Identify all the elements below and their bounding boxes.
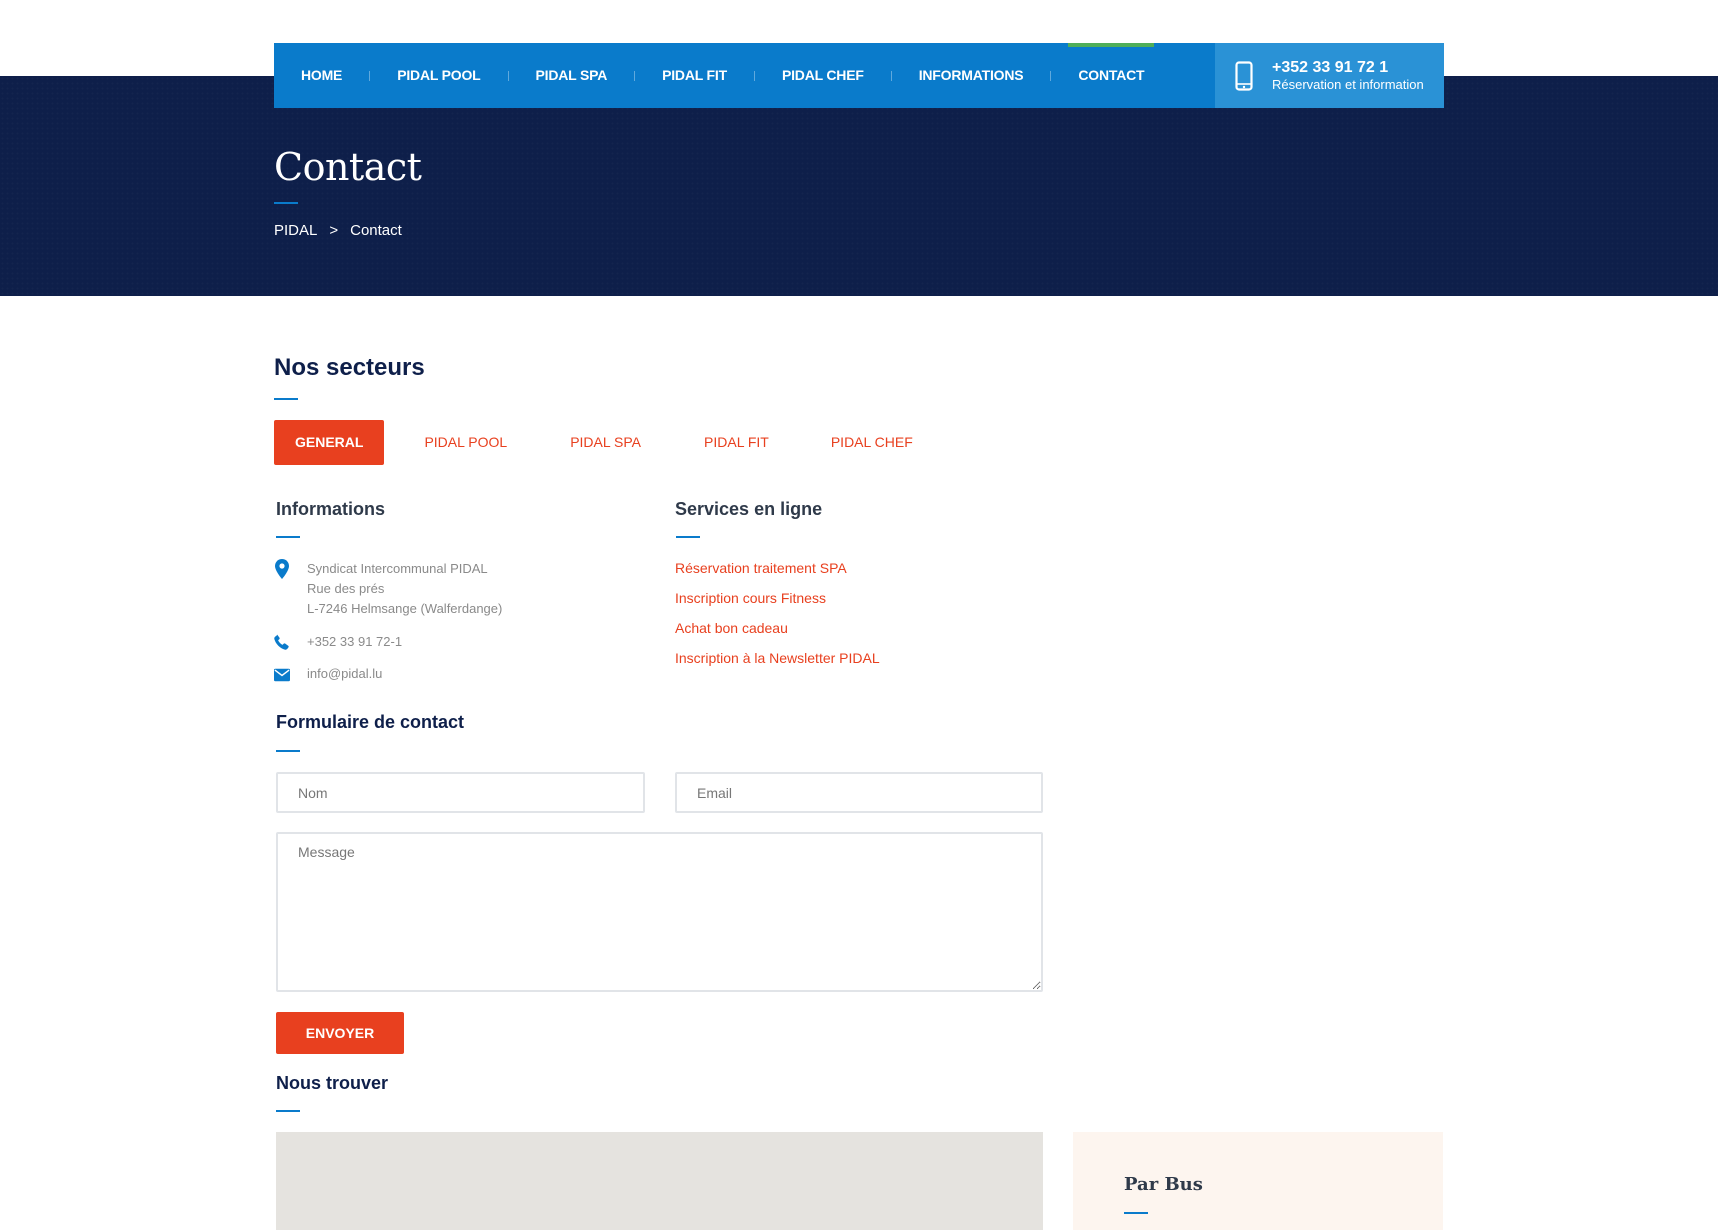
contact-phone: +352 33 91 72-1 bbox=[307, 634, 403, 649]
tab-pidal-chef[interactable]: PIDAL CHEF bbox=[831, 420, 913, 465]
phone-callout[interactable]: +352 33 91 72 1 Réservation et informati… bbox=[1215, 43, 1444, 108]
email-row: info@pidal.lu bbox=[274, 664, 382, 684]
breadcrumb-home-link[interactable]: PIDAL bbox=[274, 222, 317, 239]
sector-tabs: GENERAL PIDAL POOL PIDAL SPA PIDAL FIT P… bbox=[274, 420, 913, 465]
breadcrumb-separator: > bbox=[329, 222, 339, 239]
envelope-icon bbox=[274, 664, 290, 684]
email-input[interactable] bbox=[675, 772, 1043, 813]
nav-divider bbox=[753, 70, 755, 81]
nav-divider bbox=[634, 70, 636, 81]
phone-icon bbox=[274, 632, 290, 652]
nav-divider bbox=[507, 70, 509, 81]
find-us-underline bbox=[276, 1110, 300, 1112]
contact-email[interactable]: info@pidal.lu bbox=[307, 664, 382, 684]
phone-number: +352 33 91 72 1 bbox=[1272, 58, 1389, 76]
informations-underline bbox=[276, 536, 300, 538]
address-row: Syndicat Intercommunal PIDAL Rue des pré… bbox=[274, 559, 502, 619]
sectors-heading: Nos secteurs bbox=[274, 354, 425, 381]
address-line: L-7246 Helmsange (Walferdange) bbox=[307, 601, 503, 616]
tab-pidal-fit[interactable]: PIDAL FIT bbox=[704, 420, 769, 465]
main-navigation: HOME PIDAL POOL PIDAL SPA PIDAL FIT PIDA… bbox=[274, 43, 1444, 108]
nav-item-pidal-fit[interactable]: PIDAL FIT bbox=[662, 43, 727, 108]
nav-divider bbox=[890, 70, 892, 81]
nav-item-informations[interactable]: INFORMATIONS bbox=[919, 43, 1024, 108]
find-us-heading: Nous trouver bbox=[276, 1073, 389, 1093]
map-pin-icon bbox=[274, 559, 290, 619]
bus-heading: Par Bus bbox=[1124, 1174, 1203, 1195]
nav-divider bbox=[369, 70, 371, 81]
informations-heading: Informations bbox=[276, 499, 386, 519]
breadcrumb-current: Contact bbox=[350, 222, 402, 239]
breadcrumb: PIDAL > Contact bbox=[274, 222, 402, 239]
mobile-phone-icon bbox=[1235, 60, 1253, 91]
address-line: Syndicat Intercommunal PIDAL bbox=[307, 561, 488, 576]
service-link-spa[interactable]: Réservation traitement SPA bbox=[675, 560, 847, 576]
message-textarea[interactable] bbox=[276, 832, 1043, 992]
service-link-gift-card[interactable]: Achat bon cadeau bbox=[675, 620, 788, 636]
nav-item-pidal-pool[interactable]: PIDAL POOL bbox=[397, 43, 481, 108]
send-button[interactable]: ENVOYER bbox=[276, 1012, 404, 1054]
nav-divider bbox=[1050, 70, 1052, 81]
service-link-fitness[interactable]: Inscription cours Fitness bbox=[675, 590, 826, 606]
bus-underline bbox=[1124, 1212, 1148, 1214]
map-embed[interactable] bbox=[276, 1132, 1043, 1230]
nav-item-contact[interactable]: CONTACT bbox=[1068, 43, 1155, 108]
nav-item-home[interactable]: HOME bbox=[301, 43, 342, 108]
nav-item-pidal-chef[interactable]: PIDAL CHEF bbox=[782, 43, 864, 108]
services-underline bbox=[676, 536, 700, 538]
phone-subtitle: Réservation et information bbox=[1272, 76, 1424, 92]
bus-info-panel: Par Bus bbox=[1073, 1132, 1443, 1230]
tab-pidal-pool[interactable]: PIDAL POOL bbox=[424, 420, 507, 465]
name-input[interactable] bbox=[276, 772, 645, 813]
page-title: Contact bbox=[274, 145, 422, 189]
service-link-newsletter[interactable]: Inscription à la Newsletter PIDAL bbox=[675, 650, 880, 666]
hero-banner bbox=[0, 76, 1718, 296]
sectors-underline bbox=[274, 398, 298, 400]
contact-form-heading: Formulaire de contact bbox=[276, 712, 465, 732]
phone-row: +352 33 91 72-1 bbox=[274, 632, 402, 652]
tab-pidal-spa[interactable]: PIDAL SPA bbox=[570, 420, 641, 465]
title-underline bbox=[274, 202, 298, 204]
services-heading: Services en ligne bbox=[675, 499, 823, 519]
address-line: Rue des prés bbox=[307, 581, 385, 596]
tab-general[interactable]: GENERAL bbox=[274, 420, 385, 465]
contact-form-underline bbox=[276, 750, 300, 752]
nav-item-pidal-spa[interactable]: PIDAL SPA bbox=[536, 43, 608, 108]
